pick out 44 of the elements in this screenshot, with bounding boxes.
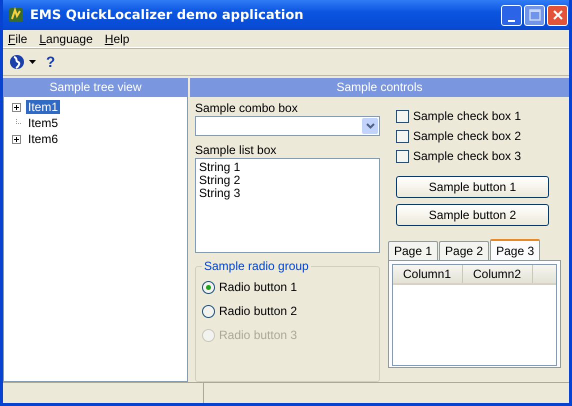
- minimize-button[interactable]: [501, 4, 522, 26]
- dropdown-button[interactable]: [362, 118, 378, 134]
- checkbox[interactable]: Sample check box 1: [396, 106, 561, 126]
- menu-item[interactable]: File: [8, 32, 28, 46]
- list-item[interactable]: String 2: [199, 174, 240, 187]
- window-title: EMS QuickLocalizer demo application: [30, 8, 305, 22]
- tab[interactable]: Page 2: [439, 241, 490, 260]
- close-button[interactable]: [547, 4, 568, 26]
- close-icon: [552, 9, 564, 21]
- radio-circle[interactable]: [202, 280, 215, 294]
- combo-box[interactable]: [195, 116, 380, 136]
- column-header[interactable]: Column1: [393, 265, 463, 283]
- list-item[interactable]: String 1: [199, 161, 240, 174]
- radio-button[interactable]: Radio button 1: [202, 275, 373, 299]
- menu-item[interactable]: Language: [39, 32, 93, 46]
- tree-item[interactable]: Item5: [26, 116, 60, 130]
- checkbox[interactable]: Sample check box 3: [396, 146, 561, 166]
- dropdown-caret-icon[interactable]: [29, 60, 36, 64]
- expand-icon[interactable]: [12, 134, 21, 144]
- sample-button[interactable]: Sample button 2: [396, 204, 549, 226]
- checkbox[interactable]: Sample check box 2: [396, 126, 561, 146]
- sample-button[interactable]: Sample button 1: [396, 176, 549, 198]
- column-header[interactable]: Column2: [463, 265, 533, 283]
- field-label: Sample list box: [195, 143, 278, 158]
- tree-item[interactable]: Item6: [26, 132, 60, 146]
- app-icon: [8, 7, 24, 23]
- radio-circle[interactable]: [202, 304, 215, 318]
- panel-header: Sample controls: [190, 78, 569, 97]
- help-icon[interactable]: ?: [46, 54, 56, 70]
- list-item[interactable]: String 3: [199, 187, 240, 200]
- maximize-button[interactable]: [524, 4, 545, 26]
- group-title: Sample radio group: [203, 259, 310, 273]
- expand-icon[interactable]: [12, 102, 21, 112]
- tab[interactable]: Page 3: [490, 239, 540, 260]
- maximize-icon: [528, 9, 540, 21]
- chevron-down-icon: [366, 123, 374, 129]
- radio-button[interactable]: Radio button 2: [202, 299, 373, 323]
- minimize-icon: [508, 20, 515, 22]
- tree-item[interactable]: Item1: [26, 100, 60, 114]
- field-label: Sample combo box: [195, 101, 299, 116]
- globe-icon[interactable]: [9, 54, 25, 70]
- menu-item[interactable]: Help: [104, 32, 130, 46]
- tab[interactable]: Page 1: [388, 241, 438, 260]
- panel-header: Sample tree view: [3, 78, 188, 97]
